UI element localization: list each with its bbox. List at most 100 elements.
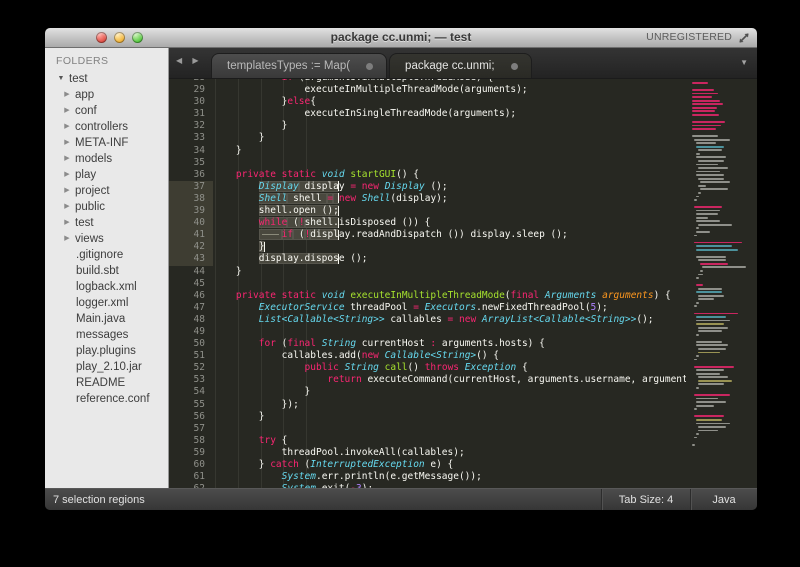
line-number[interactable]: 61 <box>169 471 213 483</box>
code-line[interactable]: 53 return executeCommand(currentHost, ar… <box>169 374 690 386</box>
line-number[interactable]: 32 <box>169 120 213 132</box>
line-number[interactable]: 31 <box>169 108 213 120</box>
tree-folder-play[interactable]: ▶ play <box>45 167 168 183</box>
tree-root-folder[interactable]: ▼ test <box>45 71 168 87</box>
tree-file-messages[interactable]: messages <box>45 327 168 343</box>
chevron-right-icon[interactable]: ▶ <box>62 119 72 135</box>
code-line[interactable]: 34 } <box>169 145 690 157</box>
code-line[interactable]: 44 } <box>169 266 690 278</box>
code-line[interactable]: 30 }else{ <box>169 96 690 108</box>
line-number[interactable]: 34 <box>169 145 213 157</box>
editor[interactable]: 28 if (arguments.inMultipleThreadMode) {… <box>169 79 757 488</box>
line-number[interactable]: 55 <box>169 399 213 411</box>
line-number[interactable]: 29 <box>169 84 213 96</box>
tree-file-logger.xml[interactable]: logger.xml <box>45 295 168 311</box>
code-line[interactable]: 42 } <box>169 241 690 254</box>
chevron-right-icon[interactable]: ▶ <box>62 231 72 247</box>
line-number[interactable]: 30 <box>169 96 213 108</box>
code-line[interactable]: 51 callables.add(new Callable<String>() … <box>169 350 690 362</box>
line-number[interactable]: 33 <box>169 132 213 144</box>
code-line[interactable]: 59 threadPool.invokeAll(callables); <box>169 447 690 459</box>
line-number[interactable]: 47 <box>169 302 213 314</box>
code-area[interactable]: 28 if (arguments.inMultipleThreadMode) {… <box>169 79 690 488</box>
line-number[interactable]: 41 <box>169 229 213 242</box>
line-number[interactable]: 42 <box>169 241 213 254</box>
line-number[interactable]: 37 <box>169 180 213 193</box>
line-number[interactable]: 51 <box>169 350 213 362</box>
code-line[interactable]: 43 display.dispose (); <box>169 253 690 266</box>
code-line[interactable]: 38 Shell shell = new Shell(display); <box>169 192 690 206</box>
chevron-right-icon[interactable]: ▶ <box>62 103 72 119</box>
tree-file-main.java[interactable]: Main.java <box>45 311 168 327</box>
chevron-right-icon[interactable]: ▶ <box>62 183 72 199</box>
code-line[interactable]: 32 } <box>169 120 690 132</box>
code-line[interactable]: 56 } <box>169 411 690 423</box>
code-line[interactable]: 48 List<Callable<String>> callables = ne… <box>169 314 690 326</box>
chevron-right-icon[interactable]: ▶ <box>62 199 72 215</box>
line-number[interactable]: 60 <box>169 459 213 471</box>
tree-folder-controllers[interactable]: ▶ controllers <box>45 119 168 135</box>
tree-folder-views[interactable]: ▶ views <box>45 231 168 247</box>
line-number[interactable]: 59 <box>169 447 213 459</box>
line-number[interactable]: 50 <box>169 338 213 350</box>
code-line[interactable]: 61 System.err.println(e.getMessage()); <box>169 471 690 483</box>
chevron-right-icon[interactable]: ▶ <box>62 151 72 167</box>
tree-folder-project[interactable]: ▶ project <box>45 183 168 199</box>
tab-dirty-dot-icon[interactable] <box>366 62 374 70</box>
tree-folder-conf[interactable]: ▶ conf <box>45 103 168 119</box>
line-number[interactable]: 49 <box>169 326 213 338</box>
code-line[interactable]: 37 Display display = new Display (); <box>169 180 690 193</box>
tree-folder-public[interactable]: ▶ public <box>45 199 168 215</box>
line-number[interactable]: 39 <box>169 205 213 218</box>
fullscreen-icon[interactable] <box>738 31 750 43</box>
tree-file-reference.conf[interactable]: reference.conf <box>45 391 168 407</box>
chevron-right-icon[interactable]: ▶ <box>62 87 72 103</box>
line-number[interactable]: 36 <box>169 169 213 181</box>
tree-folder-test[interactable]: ▶ test <box>45 215 168 231</box>
line-number[interactable]: 52 <box>169 362 213 374</box>
code-line[interactable]: 50 for (final String currentHost : argum… <box>169 338 690 350</box>
code-line[interactable]: 39 shell.open (); <box>169 205 690 218</box>
chevron-down-icon[interactable]: ▼ <box>56 71 66 87</box>
code-line[interactable]: 46 private static void executeInMultiple… <box>169 290 690 302</box>
line-number[interactable]: 48 <box>169 314 213 326</box>
line-number[interactable]: 40 <box>169 217 213 230</box>
code-line[interactable]: 40 while (!shell.isDisposed ()) { <box>169 217 690 230</box>
code-line[interactable]: 57 <box>169 423 690 435</box>
line-number[interactable]: 43 <box>169 253 213 266</box>
title-bar[interactable]: package cc.unmi; — test UNREGISTERED <box>45 28 757 48</box>
tree-file-.gitignore[interactable]: .gitignore <box>45 247 168 263</box>
line-number[interactable]: 58 <box>169 435 213 447</box>
code-line[interactable]: 45 <box>169 278 690 290</box>
code-line[interactable]: 29 executeInMultipleThreadMode(arguments… <box>169 84 690 96</box>
chevron-right-icon[interactable]: ▶ <box>62 167 72 183</box>
code-line[interactable]: 31 executeInSingleThreadMode(arguments); <box>169 108 690 120</box>
code-line[interactable]: 62 System.exit(-3); <box>169 483 690 488</box>
line-number[interactable]: 53 <box>169 374 213 386</box>
line-number[interactable]: 46 <box>169 290 213 302</box>
tree-file-build.sbt[interactable]: build.sbt <box>45 263 168 279</box>
tab-0[interactable]: templatesTypes := Map( <box>211 53 388 78</box>
code-line[interactable]: 49 <box>169 326 690 338</box>
code-line[interactable]: 54 } <box>169 386 690 398</box>
tree-folder-models[interactable]: ▶ models <box>45 151 168 167</box>
code-line[interactable]: 41 if (!display.readAndDispatch ()) disp… <box>169 229 690 242</box>
line-number[interactable]: 56 <box>169 411 213 423</box>
code-line[interactable]: 33 } <box>169 132 690 144</box>
line-number[interactable]: 44 <box>169 266 213 278</box>
code-line[interactable]: 55 }); <box>169 399 690 411</box>
tree-folder-meta-inf[interactable]: ▶ META-INF <box>45 135 168 151</box>
code-line[interactable]: 35 <box>169 157 690 169</box>
tab-dirty-dot-icon[interactable] <box>510 62 518 70</box>
tree-file-logback.xml[interactable]: logback.xml <box>45 279 168 295</box>
minimap[interactable] <box>686 79 757 488</box>
tree-file-play_2.10.jar[interactable]: play_2.10.jar <box>45 359 168 375</box>
chevron-right-icon[interactable]: ▶ <box>62 215 72 231</box>
code-line[interactable]: 36 private static void startGUI() { <box>169 169 690 181</box>
line-number[interactable]: 38 <box>169 192 213 206</box>
tree-file-readme[interactable]: README <box>45 375 168 391</box>
nav-history-icons[interactable]: ◀ ▶ <box>176 56 203 65</box>
chevron-right-icon[interactable]: ▶ <box>62 135 72 151</box>
line-number[interactable]: 45 <box>169 278 213 290</box>
line-number[interactable]: 62 <box>169 483 213 488</box>
